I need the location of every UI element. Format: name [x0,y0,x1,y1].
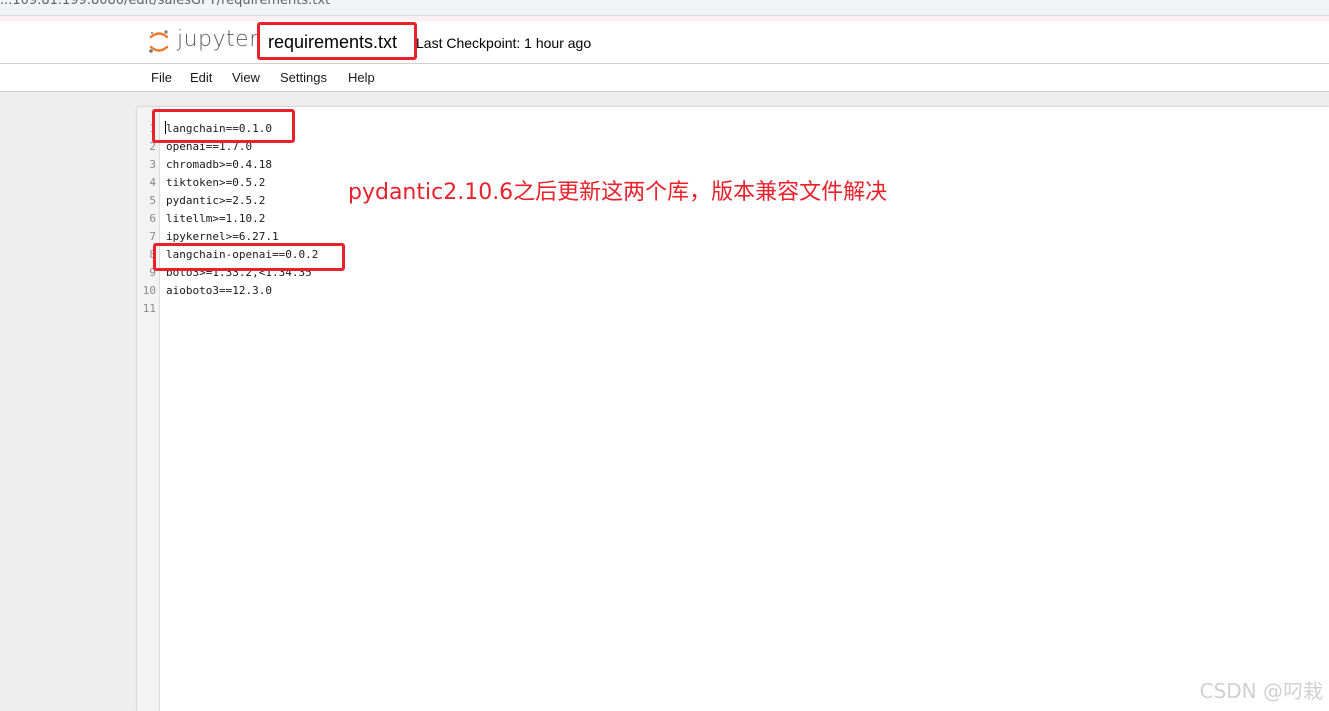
code-line[interactable]: pydantic>=2.5.2 [166,194,265,207]
jupyter-logo-text[interactable]: jupyter [177,27,259,52]
annotation-note: pydantic2.10.6之后更新这两个库，版本兼容文件解决 [348,180,888,205]
checkpoint-status: Last Checkpoint: 1 hour ago [416,35,592,51]
highlight-box-langchain [152,109,295,143]
code-line[interactable]: tiktoken>=0.5.2 [166,176,265,189]
highlight-box-title [257,22,417,60]
line-number: 6 [149,212,156,225]
jupyter-header: jupyter requirements.txt Last Checkpoint… [0,21,1329,64]
line-number-gutter: 1 2 3 4 5 6 7 8 9 10 11 [137,107,160,711]
line-number: 3 [149,158,156,171]
url-text: ...109.81.199.8080/edit/salesGPT/require… [0,0,331,8]
menu-settings[interactable]: Settings [280,70,327,85]
browser-url-bar[interactable]: ...109.81.199.8080/edit/salesGPT/require… [0,0,1329,16]
code-line[interactable]: ipykernel>=6.27.1 [166,230,279,243]
menu-view[interactable]: View [232,70,260,85]
watermark: CSDN @叼栽 [1199,679,1323,703]
menu-edit[interactable]: Edit [190,70,212,85]
highlight-box-langchain-openai [153,243,345,271]
menu-help[interactable]: Help [348,70,375,85]
menu-file[interactable]: File [151,70,172,85]
line-number: 5 [149,194,156,207]
line-number: 11 [142,302,156,315]
jupyter-logo-icon[interactable] [148,29,170,55]
code-line[interactable]: chromadb>=0.4.18 [166,158,272,171]
page: ...109.81.199.8080/edit/salesGPT/require… [0,0,1329,711]
line-number: 7 [149,230,156,243]
code-line[interactable]: aioboto3==12.3.0 [166,284,272,297]
line-number: 4 [149,176,156,189]
menu-bar: File Edit View Settings Help [0,64,1329,92]
code-line[interactable]: litellm>=1.10.2 [166,212,265,225]
line-number: 10 [142,284,156,297]
